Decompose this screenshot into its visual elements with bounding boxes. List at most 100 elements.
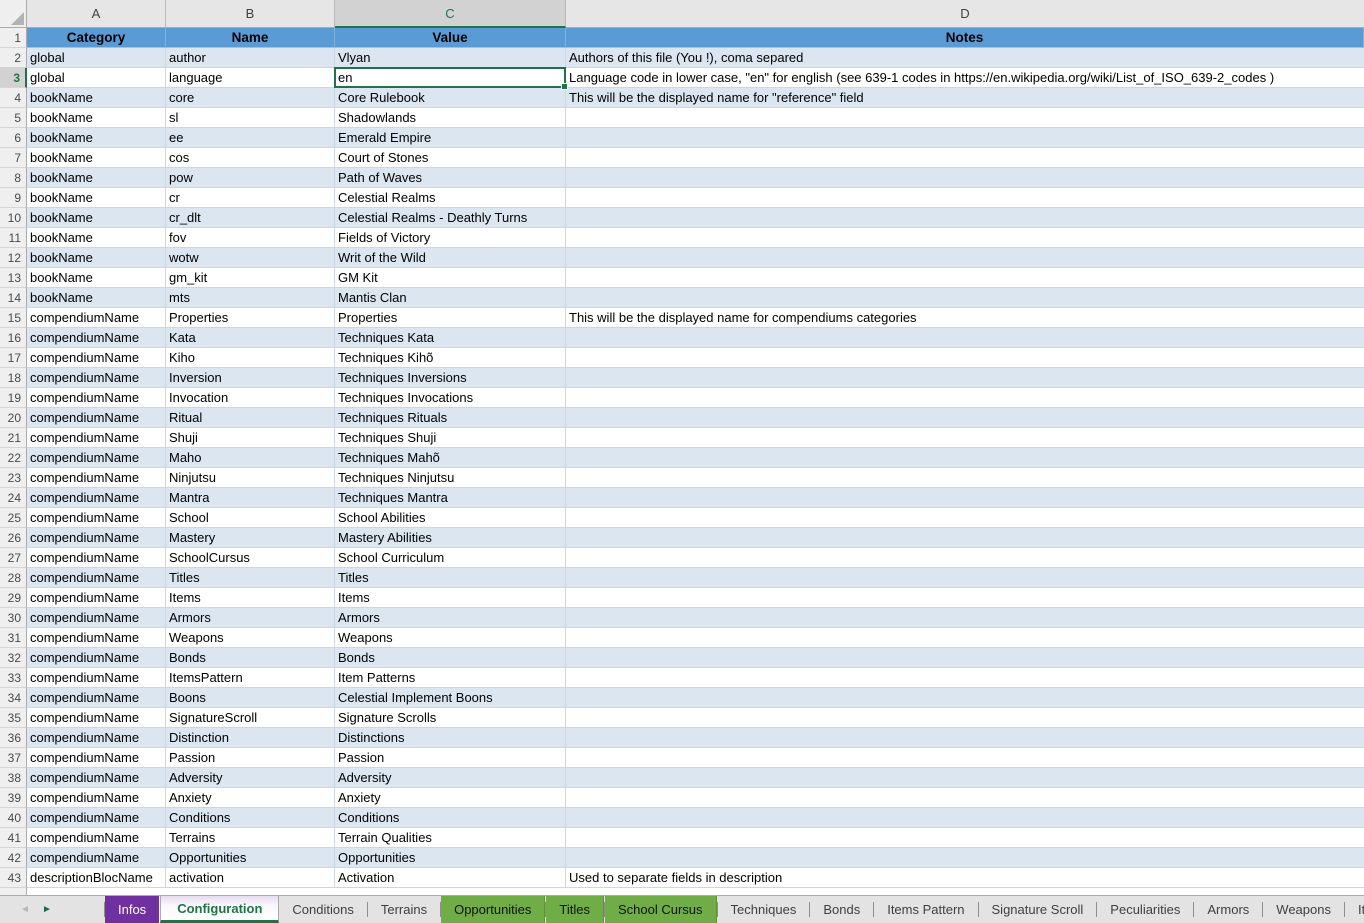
cell-D40[interactable] [566,808,1364,828]
cell-A13[interactable]: bookName [27,268,166,288]
cell-C42[interactable]: Opportunities [335,848,566,868]
cell-B19[interactable]: Invocation [166,388,335,408]
cell-D35[interactable] [566,708,1364,728]
cell-B35[interactable]: SignatureScroll [166,708,335,728]
row-header-13[interactable]: 13 [0,268,27,288]
cell-D30[interactable] [566,608,1364,628]
cell-B11[interactable]: fov [166,228,335,248]
cell-B18[interactable]: Inversion [166,368,335,388]
cell-D17[interactable] [566,348,1364,368]
row-header-20[interactable]: 20 [0,408,27,428]
cell-B7[interactable]: cos [166,148,335,168]
cell-A43[interactable]: descriptionBlocName [27,868,166,888]
row-header-38[interactable]: 38 [0,768,27,788]
cell-D34[interactable] [566,688,1364,708]
cell-B20[interactable]: Ritual [166,408,335,428]
cell-A23[interactable]: compendiumName [27,468,166,488]
column-header-a[interactable]: A [27,0,166,28]
row-header-16[interactable]: 16 [0,328,27,348]
cell-C41[interactable]: Terrain Qualities [335,828,566,848]
row-header-40[interactable]: 40 [0,808,27,828]
cell-A10[interactable]: bookName [27,208,166,228]
cell-B22[interactable]: Maho [166,448,335,468]
cell-C21[interactable]: Techniques Shuji [335,428,566,448]
row-header-36[interactable]: 36 [0,728,27,748]
cell-C29[interactable]: Items [335,588,566,608]
cell-B27[interactable]: SchoolCursus [166,548,335,568]
row-header-2[interactable]: 2 [0,48,27,68]
cell-D31[interactable] [566,628,1364,648]
row-header-34[interactable]: 34 [0,688,27,708]
cell-C11[interactable]: Fields of Victory [335,228,566,248]
cell-D13[interactable] [566,268,1364,288]
cell-C14[interactable]: Mantis Clan [335,288,566,308]
cell-B4[interactable]: core [166,88,335,108]
cell-D12[interactable] [566,248,1364,268]
cell-B28[interactable]: Titles [166,568,335,588]
cell-D11[interactable] [566,228,1364,248]
row-header-22[interactable]: 22 [0,448,27,468]
cell-D28[interactable] [566,568,1364,588]
table-header-name[interactable]: Name [166,28,335,48]
cell-C17[interactable]: Techniques Kihõ [335,348,566,368]
cell-B9[interactable]: cr [166,188,335,208]
cell-A11[interactable]: bookName [27,228,166,248]
cell-A6[interactable]: bookName [27,128,166,148]
cell-D37[interactable] [566,748,1364,768]
cell-A16[interactable]: compendiumName [27,328,166,348]
cell-C37[interactable]: Passion [335,748,566,768]
cell-A34[interactable]: compendiumName [27,688,166,708]
row-header-29[interactable]: 29 [0,588,27,608]
cell-A15[interactable]: compendiumName [27,308,166,328]
cell-A25[interactable]: compendiumName [27,508,166,528]
cell-C23[interactable]: Techniques Ninjutsu [335,468,566,488]
cell-B41[interactable]: Terrains [166,828,335,848]
cell-C9[interactable]: Celestial Realms [335,188,566,208]
cell-B5[interactable]: sl [166,108,335,128]
sheet-tab-titles[interactable]: Titles [546,896,604,923]
cell-C6[interactable]: Emerald Empire [335,128,566,148]
sheet-tab-ite[interactable]: Ite [1345,896,1364,923]
cell-B42[interactable]: Opportunities [166,848,335,868]
sheet-tab-items-pattern[interactable]: Items Pattern [874,896,977,923]
cell-C12[interactable]: Writ of the Wild [335,248,566,268]
row-header-27[interactable]: 27 [0,548,27,568]
row-header-1[interactable]: 1 [0,28,27,48]
cell-D4[interactable]: This will be the displayed name for "ref… [566,88,1364,108]
sheet-tab-bonds[interactable]: Bonds [810,896,873,923]
cell-B29[interactable]: Items [166,588,335,608]
cell-B24[interactable]: Mantra [166,488,335,508]
cell-B17[interactable]: Kiho [166,348,335,368]
cell-A32[interactable]: compendiumName [27,648,166,668]
sheet-tab-weapons[interactable]: Weapons [1263,896,1344,923]
cell-C27[interactable]: School Curriculum [335,548,566,568]
cell-D33[interactable] [566,668,1364,688]
sheet-tab-school-cursus[interactable]: School Cursus [605,896,717,923]
row-header-37[interactable]: 37 [0,748,27,768]
cell-C8[interactable]: Path of Waves [335,168,566,188]
table-header-notes[interactable]: Notes [566,28,1364,48]
select-all-button[interactable] [0,0,27,28]
cell-A35[interactable]: compendiumName [27,708,166,728]
table-header-value[interactable]: Value [335,28,566,48]
cell-A33[interactable]: compendiumName [27,668,166,688]
cell-B10[interactable]: cr_dlt [166,208,335,228]
cell-A12[interactable]: bookName [27,248,166,268]
row-header-26[interactable]: 26 [0,528,27,548]
cell-C7[interactable]: Court of Stones [335,148,566,168]
row-header-7[interactable]: 7 [0,148,27,168]
cell-B34[interactable]: Boons [166,688,335,708]
cell-B36[interactable]: Distinction [166,728,335,748]
cell-A14[interactable]: bookName [27,288,166,308]
cell-A30[interactable]: compendiumName [27,608,166,628]
row-header-43[interactable]: 43 [0,868,27,888]
prev-sheet-icon[interactable]: ◄ [14,904,36,915]
cell-B12[interactable]: wotw [166,248,335,268]
cell-D36[interactable] [566,728,1364,748]
cell-A9[interactable]: bookName [27,188,166,208]
cell-D15[interactable]: This will be the displayed name for comp… [566,308,1364,328]
row-header-17[interactable]: 17 [0,348,27,368]
cell-D26[interactable] [566,528,1364,548]
sheet-tab-armors[interactable]: Armors [1194,896,1262,923]
cell-D8[interactable] [566,168,1364,188]
